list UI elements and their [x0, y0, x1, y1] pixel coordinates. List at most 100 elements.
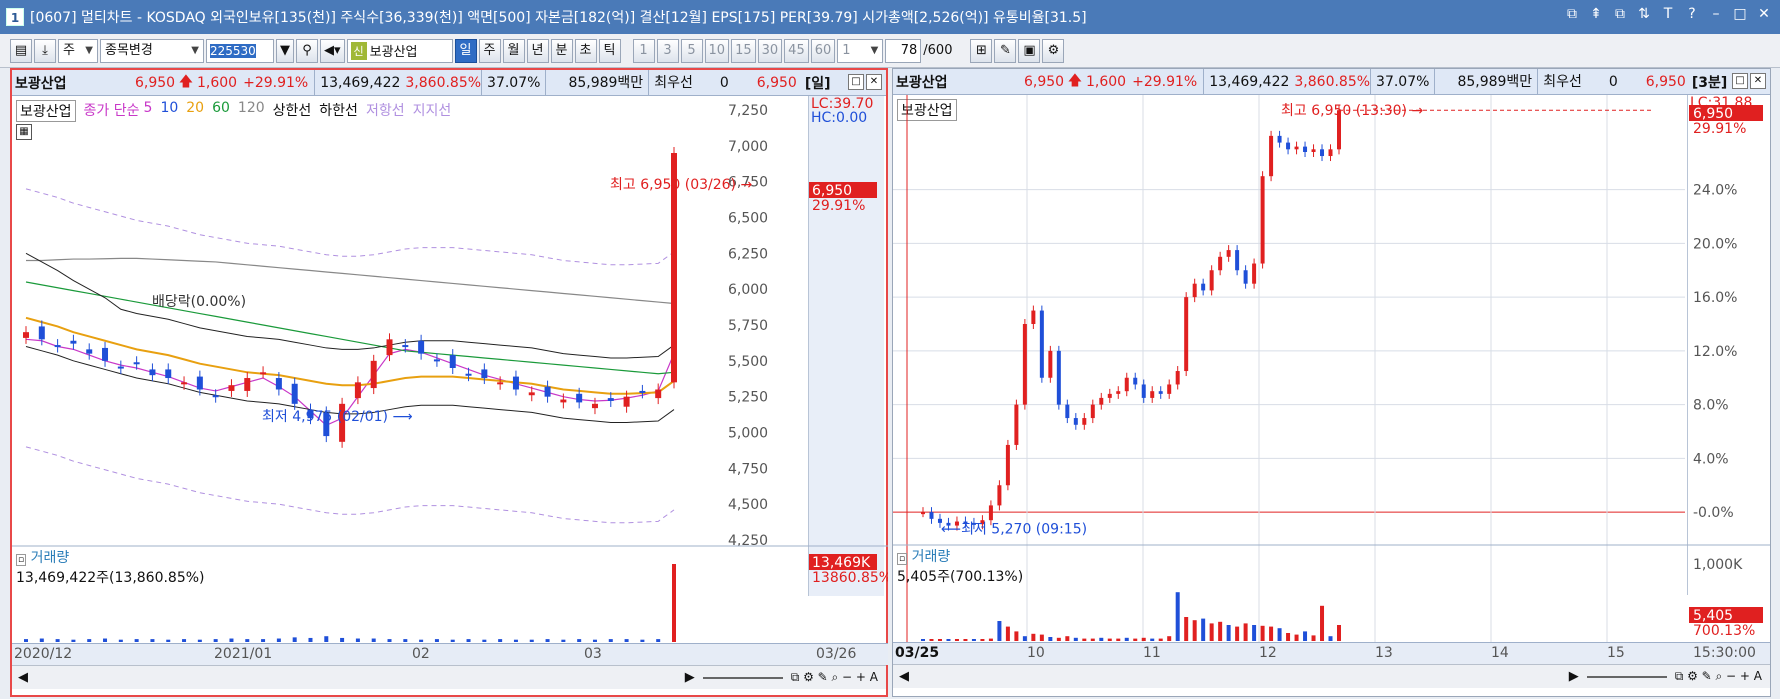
search-icon[interactable]: ⚲ [296, 38, 318, 63]
period-week-button[interactable]: 주 [478, 38, 501, 63]
count-input[interactable]: 78 [885, 38, 922, 63]
volume-bar [1294, 634, 1299, 641]
volume-bar [640, 639, 645, 642]
zoom-slider[interactable] [1586, 675, 1667, 678]
candle [655, 389, 662, 399]
code-dropdown-icon[interactable]: ▼ [276, 38, 294, 63]
minute-scrollbar[interactable]: ◀ ▶ ⧉ ⚙ ✎ ⌕ − + A [893, 664, 1770, 688]
interval-5-button[interactable]: 5 [680, 38, 703, 63]
sound-icon[interactable]: ◀▾ [320, 38, 345, 63]
candle [497, 382, 504, 385]
volume-bar [963, 639, 968, 641]
layout-icon[interactable]: ▤ [10, 38, 32, 63]
volume-bar [988, 638, 993, 641]
zoom-tools-icon[interactable]: ⧉ ⚙ ✎ ⌕ − + A [1675, 669, 1762, 684]
date-label: 12 [1259, 645, 1277, 661]
interval-45-button[interactable]: 45 [784, 38, 809, 63]
period-day-button[interactable]: 일 [454, 38, 477, 63]
interval-15-button[interactable]: 15 [731, 38, 756, 63]
candle [1056, 350, 1061, 405]
candle [921, 512, 925, 515]
scroll-left-icon[interactable]: ◀ [18, 670, 28, 685]
volume-bar [466, 639, 471, 642]
volume-bar [1320, 605, 1325, 641]
duplicate-icon[interactable]: ⧉ [1612, 6, 1628, 22]
volume-scale-pct: 700.13% [1693, 623, 1755, 639]
high-annotation: 최고 6,950 (03/26) → [610, 177, 752, 193]
price-tick-label: 5,500 [728, 354, 768, 370]
tile-icon[interactable]: ⧉ [1564, 6, 1580, 22]
download-icon[interactable]: ⤓ [34, 38, 56, 63]
maximize-icon[interactable]: □ [1732, 6, 1748, 22]
volume-bar [197, 639, 202, 642]
sync-icon[interactable]: ⇅ [1636, 6, 1652, 22]
stock-name-field[interactable]: 신 보광산업 [346, 38, 453, 63]
candle [528, 392, 535, 396]
volume-bar [1048, 637, 1053, 641]
period-second-button[interactable]: 초 [574, 38, 597, 63]
candle [1243, 270, 1248, 284]
price-tick-label: 5,250 [728, 390, 768, 406]
minimize-icon[interactable]: – [1708, 6, 1724, 22]
scroll-left-icon[interactable]: ◀ [899, 669, 909, 684]
interval-3-button[interactable]: 3 [656, 38, 679, 63]
interval-30-button[interactable]: 30 [757, 38, 783, 63]
volume-bar [1065, 636, 1070, 641]
candle [512, 376, 519, 390]
volume-bar [276, 638, 281, 642]
daily-chart-pane[interactable]: 보광산업 6,950 🡅 1,600 +29.91% 13,469,422 3,… [10, 68, 888, 697]
interval-combo[interactable]: 1 ▼ [837, 38, 884, 63]
volume-bar [513, 639, 518, 642]
tools-icon[interactable]: ✎ [994, 38, 1017, 63]
volume-bar [1226, 625, 1231, 641]
stock-code-input[interactable]: 225530 [206, 38, 274, 63]
save-icon[interactable]: ▣ [1018, 38, 1041, 63]
type-combo[interactable]: 주 ▼ [58, 38, 98, 63]
daily-scrollbar[interactable]: ◀ ▶ ⧉ ⚙ ✎ ⌕ − + A [12, 665, 886, 689]
period-month-button[interactable]: 월 [502, 38, 525, 63]
minute-chart-canvas[interactable]: 24.0% 20.0% 16.0% 12.0% 8.0% 4.0% -0.0% 최고 6,95… [893, 69, 1770, 696]
indicator-icon[interactable]: ⊞ [970, 38, 993, 63]
period-tick-button[interactable]: 틱 [598, 38, 621, 63]
font-icon[interactable]: T [1660, 6, 1676, 22]
interval-60-button[interactable]: 60 [810, 38, 836, 63]
candle [386, 339, 393, 356]
date-label: 15 [1607, 645, 1625, 661]
window-number-badge[interactable]: 1 [6, 8, 24, 26]
volume-bar [937, 639, 942, 641]
zoom-slider[interactable] [702, 676, 783, 679]
close-icon[interactable]: ✕ [1756, 6, 1772, 22]
candle [929, 512, 934, 519]
zoom-tools-icon[interactable]: ⧉ ⚙ ✎ ⌕ − + A [791, 670, 878, 685]
daily-chart-canvas[interactable]: 7,2507,0006,7506,5006,2506,0005,7505,500… [12, 70, 888, 697]
scroll-right-icon[interactable]: ▶ [685, 670, 695, 685]
period-minute-button[interactable]: 분 [550, 38, 573, 63]
current-pct-label: 29.91% [1693, 121, 1746, 137]
date-label: 2021/01 [214, 646, 273, 662]
settings-icon[interactable]: ⚙ [1042, 38, 1065, 63]
volume-bar [1235, 626, 1240, 641]
candle [1158, 391, 1163, 394]
candle [370, 360, 377, 389]
date-label: 03/25 [895, 645, 940, 661]
price-tick-label: 7,000 [728, 139, 768, 155]
candle [1269, 135, 1274, 177]
window-title: [0607] 멀티차트 - KOSDAQ 외국인보유[135(천)] 주식수[3… [30, 10, 1087, 26]
price-tick-label: 6,000 [728, 282, 768, 298]
candle [196, 376, 203, 390]
pin-icon[interactable]: ⇞ [1588, 6, 1604, 22]
interval-10-button[interactable]: 10 [704, 38, 730, 63]
change-combo[interactable]: 종목변경 ▼ [100, 38, 204, 63]
candle [639, 390, 646, 393]
scroll-right-icon[interactable]: ▶ [1569, 669, 1579, 684]
candle [1141, 384, 1146, 398]
candle [1005, 444, 1010, 486]
volume-bar [371, 638, 376, 642]
interval-1-button[interactable]: 1 [632, 38, 655, 63]
minute-chart-pane[interactable]: 보광산업 6,950 🡅 1,600 +29.91% 13,469,422 3,… [892, 68, 1771, 697]
candle [433, 359, 440, 362]
help-icon[interactable]: ? [1684, 6, 1700, 22]
volume-bar [561, 639, 566, 642]
period-year-button[interactable]: 년 [526, 38, 549, 63]
candle [1311, 149, 1316, 152]
